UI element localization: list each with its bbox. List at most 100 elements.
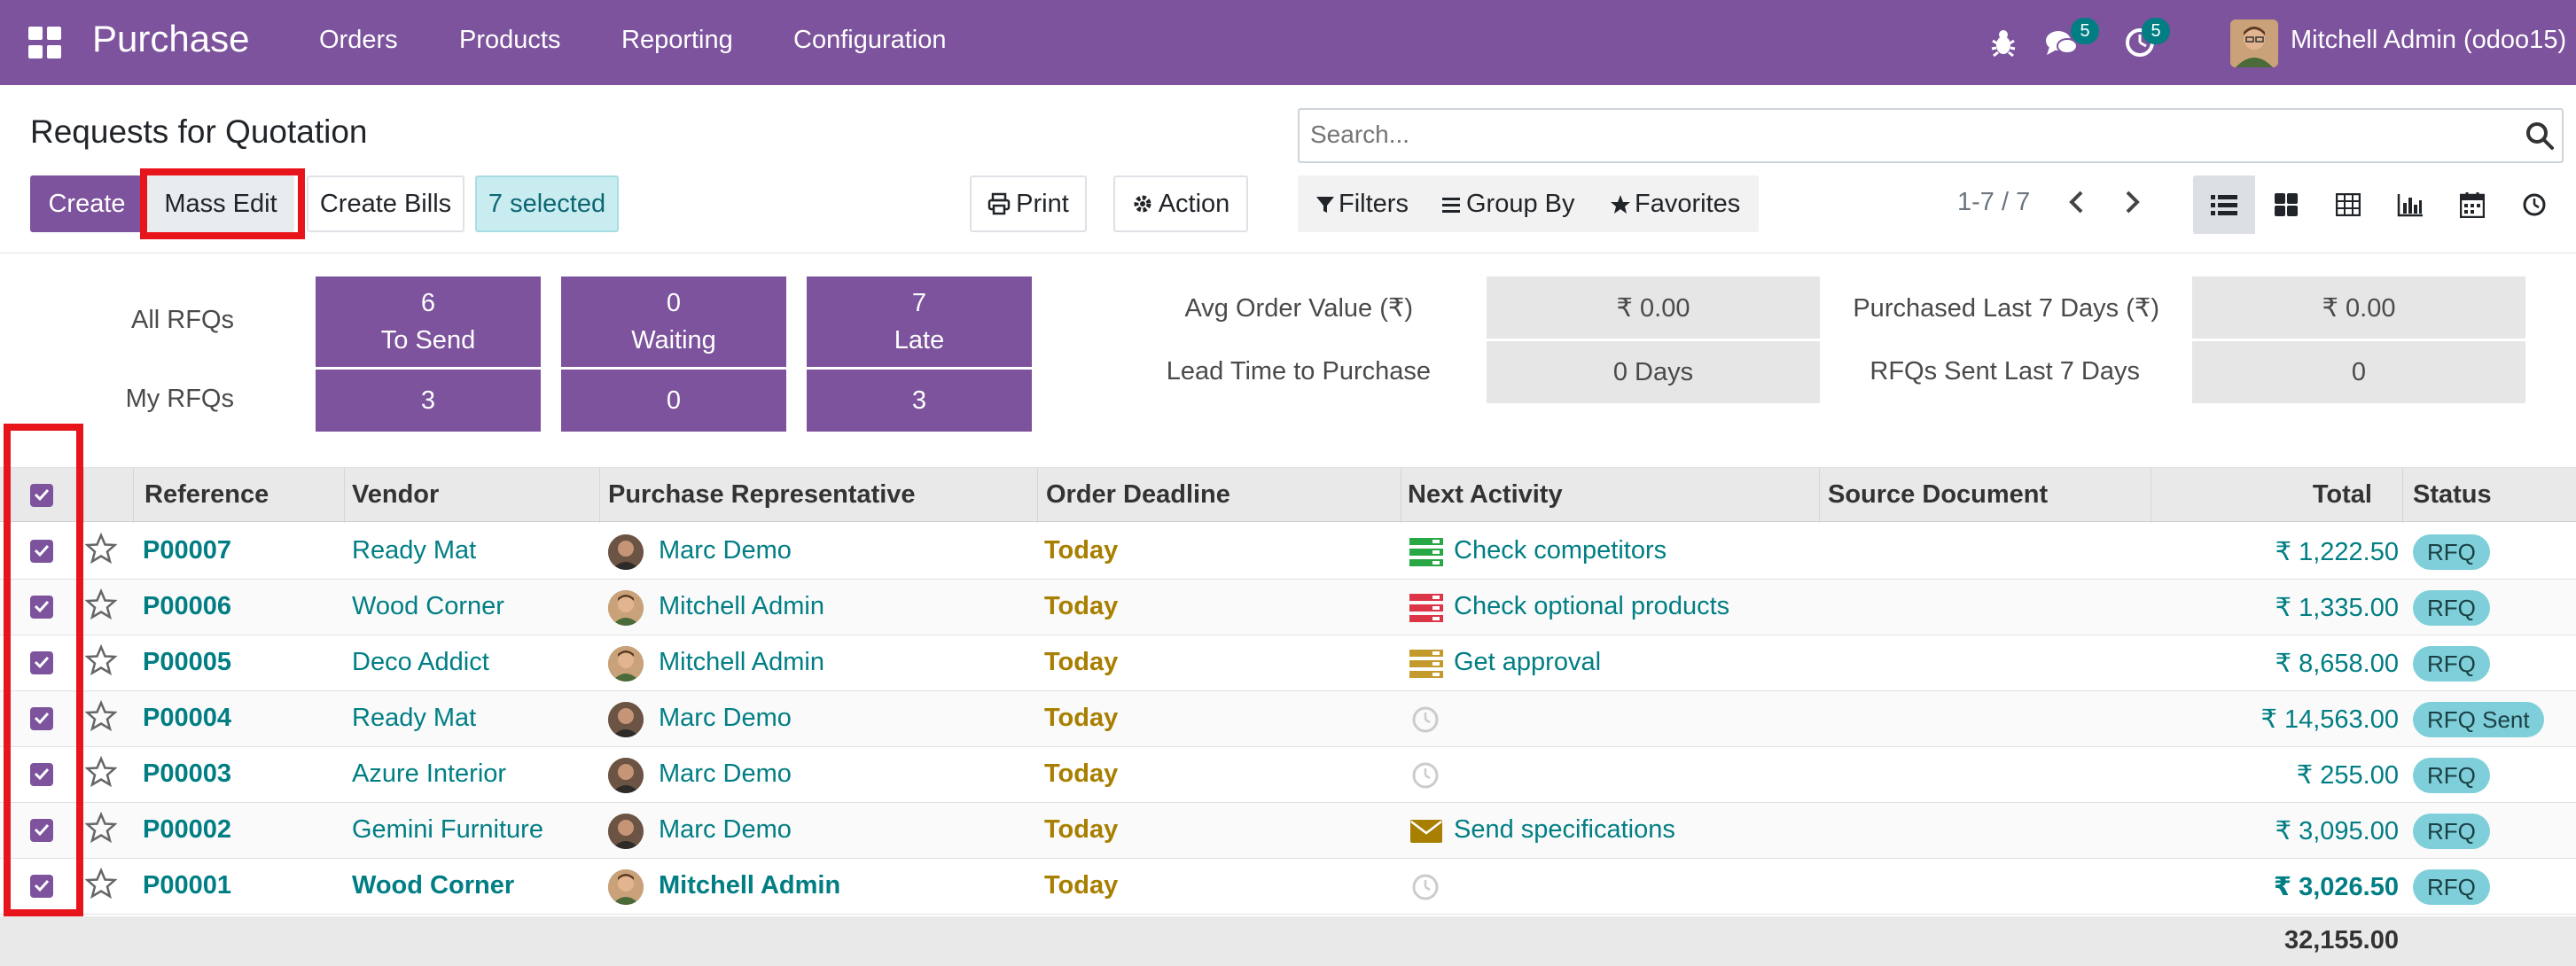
print-button[interactable]: Print <box>970 175 1087 232</box>
graph-view-button[interactable] <box>2379 175 2441 234</box>
pager-next-icon[interactable] <box>2115 186 2147 218</box>
envelope-icon[interactable] <box>1409 817 1443 845</box>
debug-bug-icon[interactable] <box>1984 23 2023 62</box>
table-row[interactable]: P00003 Azure Interior Marc Demo Today ₹ … <box>0 747 2576 803</box>
yellow-todo-icon[interactable] <box>1409 650 1443 678</box>
table-row[interactable]: P00001 Wood Corner Mitchell Admin Today … <box>0 859 2576 915</box>
all-rfqs-label: All RFQs <box>131 306 234 334</box>
user-name[interactable]: Mitchell Admin (odoo15) <box>2291 26 2566 55</box>
favorites-button[interactable]: Favorites <box>1610 190 1740 219</box>
row-reference[interactable]: P00006 <box>143 592 231 621</box>
col-next-activity[interactable]: Next Activity <box>1408 480 1563 510</box>
row-total: ₹ 255.00 <box>2296 761 2399 790</box>
pager-value[interactable]: 1-7 / 7 <box>1957 188 2030 217</box>
clock-icon[interactable] <box>1411 873 1440 901</box>
filters-button[interactable]: Filters <box>1315 190 1409 219</box>
row-vendor[interactable]: Azure Interior <box>352 760 506 789</box>
row-vendor[interactable]: Gemini Furniture <box>352 815 543 845</box>
col-vendor[interactable]: Vendor <box>352 480 439 510</box>
row-vendor[interactable]: Deco Addict <box>352 648 489 677</box>
row-representative[interactable]: Marc Demo <box>659 704 792 733</box>
row-reference[interactable]: P00007 <box>143 536 231 565</box>
tile-to-send[interactable]: 6 To Send <box>316 277 541 367</box>
table-row[interactable]: P00005 Deco Addict Mitchell Admin Today … <box>0 635 2576 691</box>
row-vendor[interactable]: Wood Corner <box>352 592 504 621</box>
red-todo-icon[interactable] <box>1409 594 1443 622</box>
col-sep <box>344 468 345 523</box>
priority-star-icon[interactable] <box>85 588 117 620</box>
row-reference[interactable]: P00004 <box>143 704 231 733</box>
apps-menu-icon[interactable] <box>28 27 62 58</box>
action-button[interactable]: Action <box>1113 175 1248 232</box>
status-badge: RFQ <box>2413 869 2490 905</box>
tile-my-late[interactable]: 3 <box>807 370 1032 432</box>
priority-star-icon[interactable] <box>85 533 117 565</box>
kanban-view-button[interactable] <box>2255 175 2317 234</box>
row-representative[interactable]: Marc Demo <box>659 815 792 845</box>
row-deadline: Today <box>1044 871 1119 900</box>
col-total[interactable]: Total <box>2313 480 2372 510</box>
row-reference[interactable]: P00001 <box>143 871 231 900</box>
row-total: ₹ 3,026.50 <box>2273 873 2399 901</box>
row-representative[interactable]: Marc Demo <box>659 536 792 565</box>
row-vendor[interactable]: Ready Mat <box>352 704 476 733</box>
col-reference[interactable]: Reference <box>144 480 269 510</box>
col-order-deadline[interactable]: Order Deadline <box>1046 480 1230 510</box>
table-row[interactable]: P00004 Ready Mat Marc Demo Today ₹ 14,56… <box>0 691 2576 747</box>
action-label: Action <box>1158 189 1230 218</box>
tile-late[interactable]: 7 Late <box>807 277 1032 367</box>
menu-configuration[interactable]: Configuration <box>793 26 947 55</box>
row-representative[interactable]: Mitchell Admin <box>659 871 840 900</box>
priority-star-icon[interactable] <box>85 700 117 732</box>
top-navbar: Purchase Orders Products Reporting Confi… <box>0 0 2576 85</box>
list-view-button[interactable] <box>2193 175 2255 234</box>
priority-star-icon[interactable] <box>85 756 117 788</box>
row-next-activity[interactable]: Check competitors <box>1454 536 1667 565</box>
row-reference[interactable]: P00003 <box>143 760 231 789</box>
row-vendor[interactable]: Wood Corner <box>352 871 514 900</box>
search-input[interactable] <box>1300 110 2487 160</box>
row-reference[interactable]: P00002 <box>143 815 231 845</box>
col-source-document[interactable]: Source Document <box>1828 480 2048 510</box>
create-bills-button[interactable]: Create Bills <box>307 175 464 232</box>
row-reference[interactable]: P00005 <box>143 648 231 677</box>
priority-star-icon[interactable] <box>85 812 117 844</box>
table-row[interactable]: P00007 Ready Mat Marc Demo Today Check c… <box>0 524 2576 580</box>
calendar-view-button[interactable] <box>2441 175 2503 234</box>
row-next-activity[interactable]: Get approval <box>1454 648 1601 677</box>
row-representative[interactable]: Mitchell Admin <box>659 592 824 621</box>
selected-count-badge[interactable]: 7 selected <box>475 175 619 232</box>
messages-badge: 5 <box>2071 18 2099 44</box>
activity-view-button[interactable] <box>2503 175 2565 234</box>
user-avatar[interactable] <box>2230 19 2278 67</box>
tile-waiting[interactable]: 0 Waiting <box>561 277 786 367</box>
row-representative[interactable]: Mitchell Admin <box>659 648 824 677</box>
green-todo-icon[interactable] <box>1409 538 1443 566</box>
table-row[interactable]: P00002 Gemini Furniture Marc Demo Today … <box>0 803 2576 859</box>
row-vendor[interactable]: Ready Mat <box>352 536 476 565</box>
priority-star-icon[interactable] <box>85 868 117 900</box>
row-deadline: Today <box>1044 592 1119 620</box>
app-name[interactable]: Purchase <box>92 18 249 60</box>
priority-star-icon[interactable] <box>85 644 117 676</box>
pager-previous-icon[interactable] <box>2062 186 2094 218</box>
tile-my-waiting[interactable]: 0 <box>561 370 786 432</box>
row-representative[interactable]: Marc Demo <box>659 760 792 789</box>
create-button[interactable]: Create <box>30 175 144 232</box>
tile-my-to-send[interactable]: 3 <box>316 370 541 432</box>
table-row[interactable]: P00006 Wood Corner Mitchell Admin Today … <box>0 580 2576 635</box>
row-next-activity[interactable]: Send specifications <box>1454 815 1675 845</box>
menu-reporting[interactable]: Reporting <box>621 26 733 55</box>
pivot-view-button[interactable] <box>2317 175 2379 234</box>
col-status[interactable]: Status <box>2413 480 2492 510</box>
group-by-button[interactable]: Group By <box>1441 190 1575 219</box>
gear-icon <box>1134 195 1151 213</box>
search-icon[interactable] <box>2525 121 2555 151</box>
clock-icon[interactable] <box>1411 705 1440 734</box>
clock-icon[interactable] <box>1411 761 1440 790</box>
menu-products[interactable]: Products <box>459 26 560 55</box>
col-purchase-representative[interactable]: Purchase Representative <box>608 480 916 510</box>
menu-orders[interactable]: Orders <box>319 26 398 55</box>
row-next-activity[interactable]: Check optional products <box>1454 592 1729 621</box>
purchased-value: ₹ 0.00 <box>2192 277 2525 339</box>
